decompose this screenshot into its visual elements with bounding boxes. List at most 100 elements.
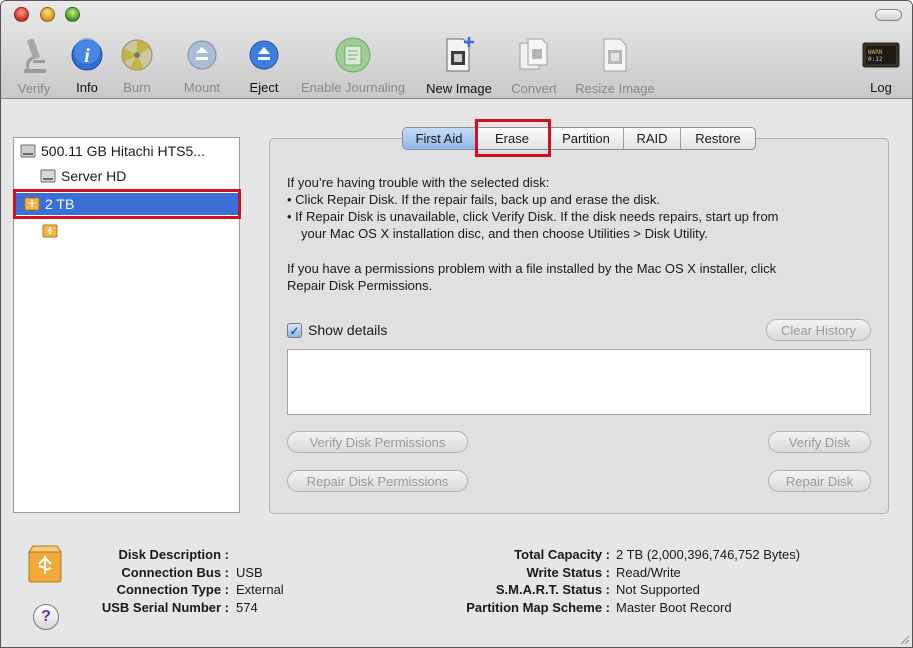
verify-disk-button[interactable]: Verify Disk xyxy=(768,431,871,453)
zoom-window-button[interactable] xyxy=(65,7,80,22)
help-icon: ? xyxy=(41,608,51,625)
toolbar-label: Resize Image xyxy=(575,81,655,96)
highlight-box-selected-disk xyxy=(13,189,241,219)
disk-item-label: 500.11 GB Hitachi HTS5... xyxy=(41,143,205,159)
toolbar-toggle-button[interactable] xyxy=(875,9,902,21)
repair-disk-permissions-button[interactable]: Repair Disk Permissions xyxy=(287,470,468,492)
convert-button[interactable]: Convert xyxy=(505,35,563,96)
usb-volume-icon xyxy=(42,224,58,238)
button-label: Repair Disk Permissions xyxy=(306,473,449,489)
hard-drive-icon xyxy=(20,144,36,158)
resize-image-icon xyxy=(595,35,635,75)
clear-history-button[interactable]: Clear History xyxy=(766,319,871,341)
log-button[interactable]: WARN 0:12 Log xyxy=(859,35,903,95)
first-aid-intro: If you’re having trouble with the select… xyxy=(287,175,550,190)
close-window-button[interactable] xyxy=(14,7,29,22)
verify-button[interactable]: Verify xyxy=(9,35,59,96)
info-label: S.M.A.R.T. Status : xyxy=(495,582,610,597)
first-aid-bullet-1: • Click Repair Disk. If the repair fails… xyxy=(287,192,661,207)
new-image-button[interactable]: New Image xyxy=(421,35,497,96)
usb-disk-large-icon xyxy=(28,545,62,583)
toolbar-label: Convert xyxy=(511,81,557,96)
repair-disk-button[interactable]: Repair Disk xyxy=(768,470,871,492)
show-details-label: Show details xyxy=(308,322,388,338)
show-details-checkbox[interactable]: ✓ xyxy=(287,323,302,338)
info-value: Not Supported xyxy=(616,582,700,597)
volume-icon xyxy=(40,169,56,183)
highlight-box-erase-tab xyxy=(475,119,551,157)
tab-label: First Aid xyxy=(415,131,463,146)
info-button[interactable]: i Info xyxy=(67,35,107,95)
disk-info-right-values: 2 TB (2,000,396,746,752 Bytes) Read/Writ… xyxy=(616,546,800,616)
resize-grip-icon[interactable] xyxy=(898,633,910,645)
mount-icon xyxy=(182,35,222,74)
log-icon: WARN 0:12 xyxy=(861,35,901,74)
info-label: Write Status : xyxy=(526,564,610,580)
svg-text:WARN: WARN xyxy=(868,49,883,56)
info-label: Disk Description : xyxy=(118,547,229,562)
disk-info-left-labels: Disk Description : Connection Bus : Conn… xyxy=(81,546,229,616)
details-log-area[interactable] xyxy=(287,349,871,415)
svg-text:i: i xyxy=(84,45,90,67)
info-label: Partition Map Scheme : xyxy=(466,599,610,615)
info-value: External xyxy=(236,582,284,597)
info-label: Connection Type : xyxy=(116,582,229,597)
volume-item-unnamed[interactable] xyxy=(14,220,239,242)
info-value: Master Boot Record xyxy=(616,599,732,615)
journaling-icon xyxy=(333,35,373,74)
tab-restore[interactable]: Restore xyxy=(681,128,755,149)
info-value: 2 TB (2,000,396,746,752 Bytes) xyxy=(616,547,801,562)
disk-info-right-labels: Total Capacity : Write Status : S.M.A.R.… xyxy=(421,546,610,616)
resize-image-button[interactable]: Resize Image xyxy=(569,35,661,96)
tab-label: RAID xyxy=(636,131,668,146)
convert-icon xyxy=(514,35,554,75)
burn-icon xyxy=(117,35,157,74)
first-aid-bullet-2: • If Repair Disk is unavailable, click V… xyxy=(287,209,779,224)
disk-utility-window: Verify i Info Burn Mount Eject Enable Jo… xyxy=(0,0,913,648)
info-label: Total Capacity : xyxy=(514,547,610,562)
toolbar-label: Info xyxy=(76,80,98,95)
toolbar-label: Enable Journaling xyxy=(300,80,406,95)
toolbar: Verify i Info Burn Mount Eject Enable Jo… xyxy=(1,1,912,99)
tab-bar: First Aid Erase Partition RAID Restore xyxy=(402,127,756,150)
info-value xyxy=(236,546,284,564)
toolbar-label: Log xyxy=(870,80,892,95)
new-image-icon xyxy=(439,35,479,75)
volume-item-server-hd[interactable]: Server HD xyxy=(14,165,239,187)
enable-journaling-button[interactable]: Enable Journaling xyxy=(293,35,413,95)
tab-label: Partition xyxy=(562,131,610,146)
permissions-text-1: If you have a permissions problem with a… xyxy=(287,261,777,276)
eject-icon xyxy=(244,35,284,74)
info-value: 574 xyxy=(236,599,258,615)
info-label: Connection Bus : xyxy=(121,564,229,580)
permissions-text-2: Repair Disk Permissions. xyxy=(287,278,433,293)
mount-button[interactable]: Mount xyxy=(177,35,227,95)
info-value: Read/Write xyxy=(616,564,681,580)
disk-info-left-values: USB External 574 xyxy=(236,546,284,616)
toolbar-label: New Image xyxy=(426,81,492,96)
info-icon: i xyxy=(67,35,107,74)
first-aid-bullet-2-cont: your Mac OS X installation disc, and the… xyxy=(301,226,708,241)
tab-raid[interactable]: RAID xyxy=(624,128,681,149)
tab-partition[interactable]: Partition xyxy=(549,128,624,149)
tab-first-aid[interactable]: First Aid xyxy=(403,128,476,149)
minimize-window-button[interactable] xyxy=(40,7,55,22)
button-label: Repair Disk xyxy=(785,473,854,489)
eject-button[interactable]: Eject xyxy=(243,35,285,95)
microscope-icon xyxy=(14,35,54,75)
help-button[interactable]: ? xyxy=(33,604,59,630)
toolbar-label: Eject xyxy=(249,80,279,95)
toolbar-label: Burn xyxy=(123,80,151,95)
check-mark-icon: ✓ xyxy=(289,323,300,338)
button-label: Verify Disk xyxy=(788,434,851,450)
toolbar-label: Verify xyxy=(17,81,51,96)
verify-disk-permissions-button[interactable]: Verify Disk Permissions xyxy=(287,431,468,453)
info-label: USB Serial Number : xyxy=(101,599,229,615)
button-label: Clear History xyxy=(780,322,857,338)
toolbar-label: Mount xyxy=(183,80,221,95)
info-value: USB xyxy=(236,564,263,580)
button-label: Verify Disk Permissions xyxy=(309,434,446,450)
svg-text:0:12: 0:12 xyxy=(868,56,883,63)
disk-item-hitachi[interactable]: 500.11 GB Hitachi HTS5... xyxy=(14,140,239,162)
burn-button[interactable]: Burn xyxy=(117,35,157,95)
